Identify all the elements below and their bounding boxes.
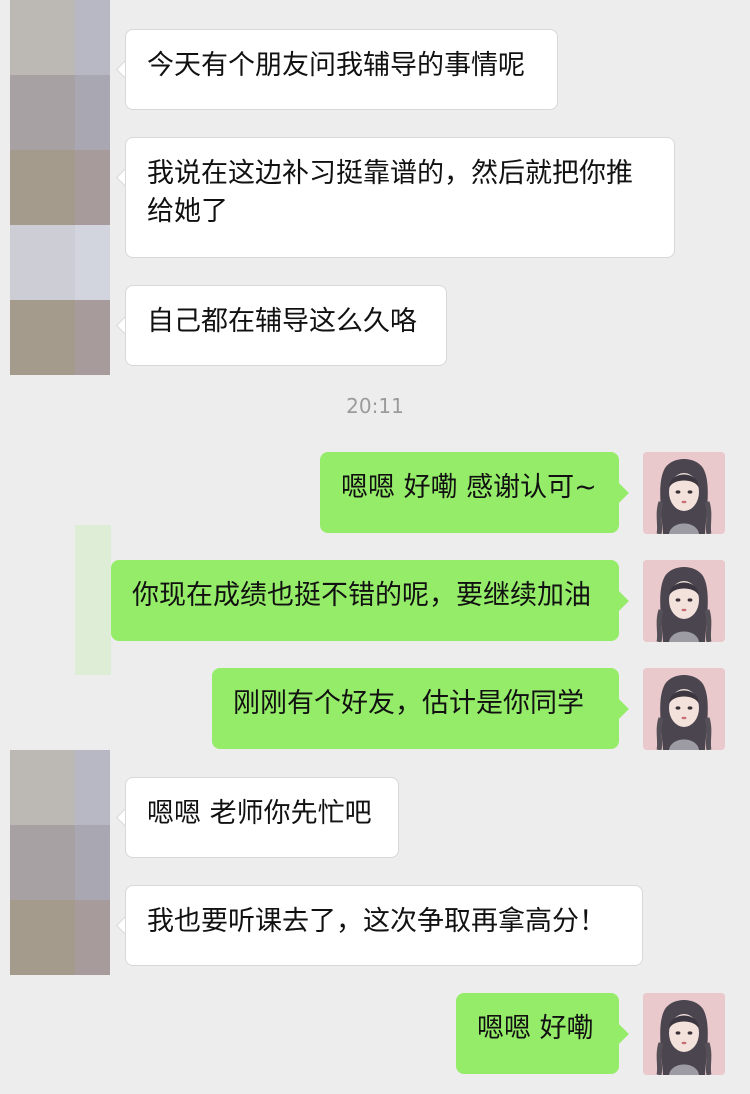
message-text: 你现在成绩也挺不错的呢，要继续加油 bbox=[132, 580, 591, 611]
girl-portrait-icon bbox=[643, 993, 725, 1075]
message-bubble[interactable]: 刚刚有个好友，估计是你同学 bbox=[212, 668, 619, 749]
message-text: 刚刚有个好友，估计是你同学 bbox=[233, 688, 584, 719]
message-bubble[interactable]: 嗯嗯 好嘞 bbox=[456, 993, 619, 1074]
self-avatar[interactable] bbox=[643, 452, 725, 534]
message-text: 今天有个朋友问我辅导的事情呢 bbox=[147, 50, 525, 81]
message-bubble[interactable]: 嗯嗯 好嘞 感谢认可~ bbox=[320, 452, 619, 533]
timestamp: 20:11 bbox=[346, 394, 404, 418]
message-text: 嗯嗯 老师你先忙吧 bbox=[147, 798, 372, 829]
message-bubble[interactable]: 我说在这边补习挺靠谱的，然后就把你推给她了 bbox=[125, 137, 675, 258]
self-avatar[interactable] bbox=[643, 993, 725, 1075]
message-text: 自己都在辅导这么久咯 bbox=[147, 306, 417, 337]
self-avatar[interactable] bbox=[643, 668, 725, 750]
message-bubble[interactable]: 你现在成绩也挺不错的呢，要继续加油 bbox=[111, 560, 619, 641]
girl-portrait-icon bbox=[643, 560, 725, 642]
message-text: 我也要听课去了，这次争取再拿高分！ bbox=[147, 906, 606, 937]
message-bubble[interactable]: 今天有个朋友问我辅导的事情呢 bbox=[125, 29, 558, 110]
selection-highlight bbox=[75, 525, 111, 675]
message-text: 我说在这边补习挺靠谱的，然后就把你推给她了 bbox=[147, 158, 633, 227]
contact-avatar-mosaic[interactable] bbox=[10, 0, 110, 375]
girl-portrait-icon bbox=[643, 668, 725, 750]
message-bubble[interactable]: 我也要听课去了，这次争取再拿高分！ bbox=[125, 885, 643, 966]
girl-portrait-icon bbox=[643, 452, 725, 534]
message-bubble[interactable]: 自己都在辅导这么久咯 bbox=[125, 285, 447, 366]
self-avatar[interactable] bbox=[643, 560, 725, 642]
contact-avatar-mosaic[interactable] bbox=[10, 750, 110, 975]
message-bubble[interactable]: 嗯嗯 老师你先忙吧 bbox=[125, 777, 399, 858]
message-text: 嗯嗯 好嘞 感谢认可~ bbox=[341, 472, 597, 503]
message-text: 嗯嗯 好嘞 bbox=[477, 1013, 594, 1044]
